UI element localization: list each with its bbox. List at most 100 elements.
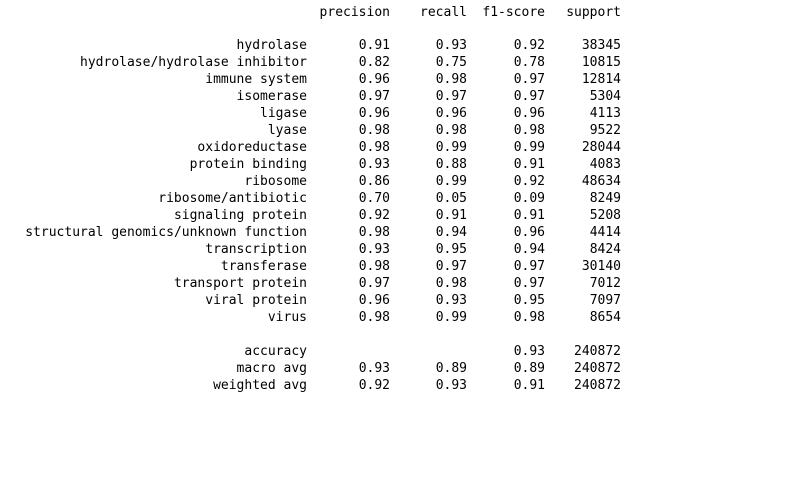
support-value: 8654 [589,310,621,325]
classification-report: precision recall f1-score support hydrol… [0,0,798,416]
support-value: 5304 [589,89,621,104]
recall-value: 0.75 [435,55,467,70]
class-row: hydrolase 0.91 0.93 0.92 38345 [0,37,798,54]
class-row: structural genomics/unknown function 0.9… [0,224,798,241]
f1-score-value: 0.92 [513,38,545,53]
f1-score-value: 0.92 [513,174,545,189]
precision-value: 0.93 [358,361,390,376]
class-row: ribosome/antibiotic 0.70 0.05 0.09 8249 [0,190,798,207]
f1-score-value: 0.97 [513,276,545,291]
class-row: oxidoreductase 0.98 0.99 0.99 28044 [0,139,798,156]
support-value: 4414 [589,225,621,240]
class-label: viral protein [205,293,307,308]
class-row: isomerase 0.97 0.97 0.97 5304 [0,88,798,105]
recall-value: 0.05 [435,191,467,206]
support-value: 12814 [581,72,621,87]
class-row: transport protein 0.97 0.98 0.97 7012 [0,275,798,292]
f1-score-value: 0.98 [513,123,545,138]
precision-value: 0.70 [358,191,390,206]
f1-score-value: 0.91 [513,378,545,393]
support-value: 28044 [581,140,621,155]
precision-value: 0.97 [358,276,390,291]
support-value: 5208 [589,208,621,223]
support-value: 7012 [589,276,621,291]
recall-value: 0.98 [435,123,467,138]
precision-value: 0.96 [358,72,390,87]
recall-value: 0.91 [435,208,467,223]
f1-score-value: 0.94 [513,242,545,257]
macro-avg-row: macro avg 0.93 0.89 0.89 240872 [0,360,798,377]
f1-score-value: 0.78 [513,55,545,70]
f1-score-value: 0.97 [513,72,545,87]
f1-score-value: 0.91 [513,208,545,223]
class-label: ribosome/antibiotic [158,191,307,206]
precision-value: 0.98 [358,123,390,138]
class-label: protein binding [189,157,307,172]
support-value: 10815 [581,55,621,70]
class-label: immune system [205,72,307,87]
recall-value: 0.96 [435,106,467,121]
f1-score-value: 0.96 [513,106,545,121]
f1-score-value: 0.91 [513,157,545,172]
support-value: 240872 [574,378,621,393]
precision-value: 0.82 [358,55,390,70]
f1-score-value: 0.98 [513,310,545,325]
header-row: precision recall f1-score support [0,4,798,21]
header-f1-score: f1-score [482,5,545,20]
support-value: 8424 [589,242,621,257]
precision-value: 0.96 [358,106,390,121]
support-value: 30140 [581,259,621,274]
class-label: transcription [205,242,307,257]
support-value: 7097 [589,293,621,308]
precision-value: 0.96 [358,293,390,308]
class-row: hydrolase/hydrolase inhibitor 0.82 0.75 … [0,54,798,71]
header-support: support [566,5,621,20]
f1-score-value: 0.09 [513,191,545,206]
class-label: transferase [220,259,307,274]
recall-value: 0.97 [435,89,467,104]
summary-label: accuracy [244,344,307,359]
precision-value: 0.93 [358,157,390,172]
summary-label: macro avg [236,361,307,376]
support-value: 240872 [574,344,621,359]
support-value: 4083 [589,157,621,172]
class-label: hydrolase/hydrolase inhibitor [80,55,307,70]
precision-value: 0.98 [358,225,390,240]
class-row: protein binding 0.93 0.88 0.91 4083 [0,156,798,173]
recall-value: 0.99 [435,140,467,155]
class-label: oxidoreductase [197,140,307,155]
header-recall: recall [420,5,467,20]
accuracy-row: accuracy 0.93 240872 [0,343,798,360]
class-label: structural genomics/unknown function [25,225,307,240]
f1-score-value: 0.95 [513,293,545,308]
recall-value: 0.89 [435,361,467,376]
support-value: 48634 [581,174,621,189]
support-value: 9522 [589,123,621,138]
summary-label: weighted avg [213,378,307,393]
precision-value: 0.97 [358,89,390,104]
class-row: signaling protein 0.92 0.91 0.91 5208 [0,207,798,224]
recall-value: 0.98 [435,276,467,291]
accuracy-value: 0.93 [513,344,545,359]
precision-value: 0.98 [358,259,390,274]
class-label: ligase [260,106,307,121]
class-row: viral protein 0.96 0.93 0.95 7097 [0,292,798,309]
support-value: 4113 [589,106,621,121]
precision-value: 0.93 [358,242,390,257]
precision-value: 0.86 [358,174,390,189]
recall-value: 0.99 [435,310,467,325]
f1-score-value: 0.97 [513,89,545,104]
precision-value: 0.98 [358,140,390,155]
class-label: virus [267,310,307,325]
support-value: 8249 [589,191,621,206]
support-value: 38345 [581,38,621,53]
recall-value: 0.93 [435,378,467,393]
f1-score-value: 0.97 [513,259,545,274]
class-label: transport protein [173,276,307,291]
precision-value: 0.91 [358,38,390,53]
header-precision: precision [319,5,390,20]
class-label: isomerase [236,89,307,104]
class-label: signaling protein [173,208,307,223]
class-row: transcription 0.93 0.95 0.94 8424 [0,241,798,258]
precision-value: 0.92 [358,208,390,223]
